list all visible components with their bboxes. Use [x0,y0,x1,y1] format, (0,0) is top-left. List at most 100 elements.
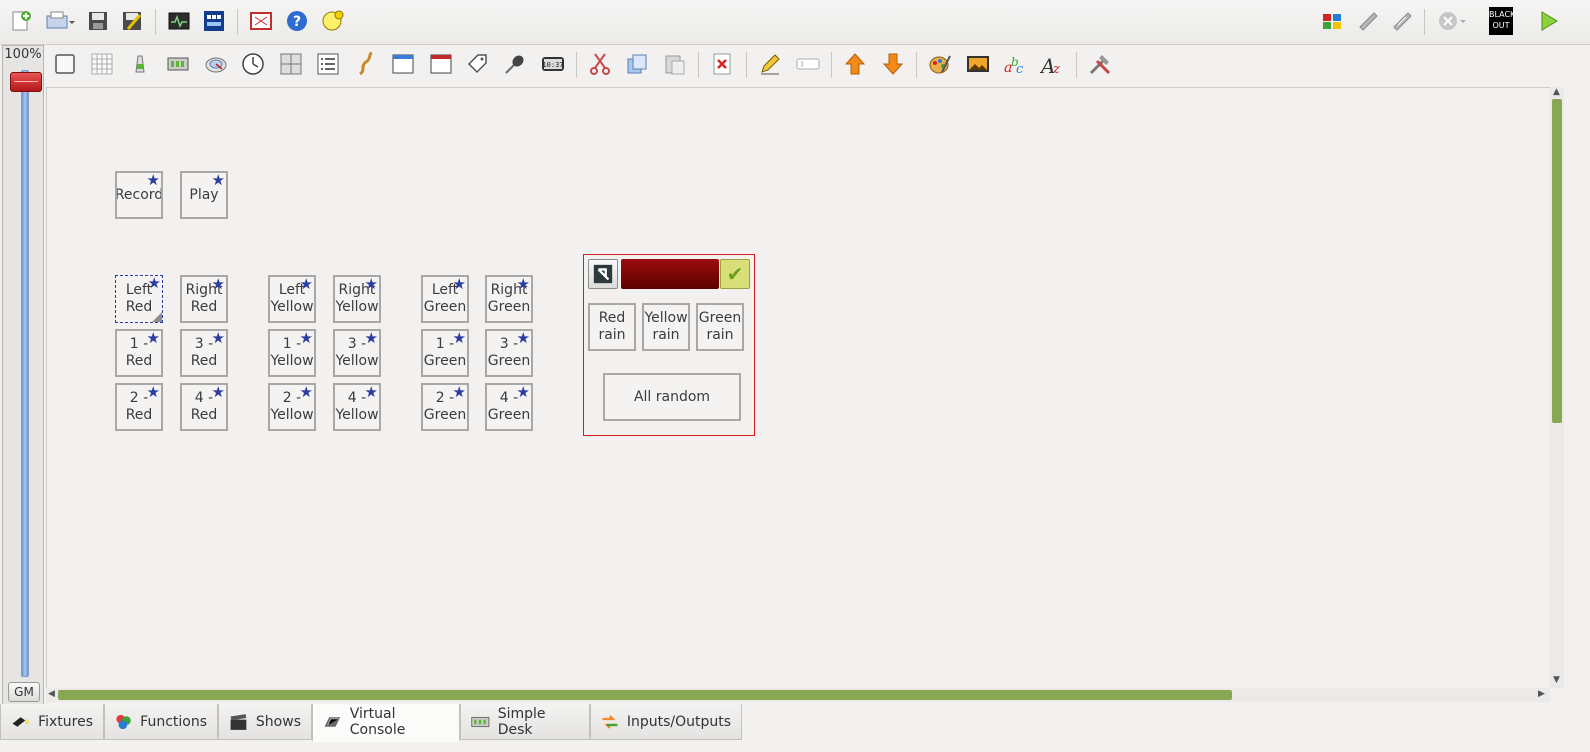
add-button-icon[interactable] [51,50,79,78]
scroll-down-icon[interactable]: ▼ [1553,675,1560,685]
resize-handle[interactable] [152,312,162,322]
vc-button-record[interactable]: ★ Record [115,171,163,219]
vc-button-1-green[interactable]: ★ 1 - Green [421,329,469,377]
vc-button-2-yellow[interactable]: ★ 2 - Yellow [268,383,316,431]
vc-button-3-green[interactable]: ★ 3 - Green [485,329,533,377]
vc-button-right-green[interactable]: ★ Right Green [485,275,533,323]
about-icon[interactable] [319,7,347,35]
foreground-color-icon[interactable]: abc [1001,50,1029,78]
vc-button-1-yellow[interactable]: ★ 1 - Yellow [268,329,316,377]
star-icon: ★ [299,383,313,401]
open-workspace-icon[interactable] [42,7,78,35]
help-icon[interactable]: ? [283,7,311,35]
virtual-console-icon [324,717,341,727]
add-button-matrix-icon[interactable] [88,50,116,78]
star-icon: ★ [211,383,225,401]
tab-label: Virtual Console [349,706,406,738]
add-audio-triggers-icon[interactable] [352,50,380,78]
add-slider-matrix-icon[interactable] [164,50,192,78]
vc-button-4-yellow[interactable]: ★ 4 - Yellow [333,383,381,431]
grand-master-button[interactable]: GM [8,682,40,702]
frame-enable-button[interactable]: ✔ [720,259,750,289]
vertical-scrollbar-thumb[interactable] [1552,99,1562,423]
simple-desk-icon [471,716,490,727]
vc-button-yellow-rain[interactable]: Yellow rain [642,303,690,351]
tab-label: Simple Desk [497,705,546,738]
add-label-icon[interactable] [464,50,492,78]
vc-button-1-red[interactable]: ★ 1 - Red [115,329,163,377]
new-workspace-icon[interactable] [7,7,35,35]
grand-master-slider-handle[interactable] [10,72,42,92]
frame-collapse-button[interactable] [588,259,618,289]
rename-icon [794,50,822,78]
tab-virtual-console[interactable]: Virtual Console [312,704,460,742]
add-speed-dial-icon[interactable] [239,50,267,78]
add-clock-icon[interactable]: 10:37 [539,50,567,78]
add-frame-icon[interactable] [389,50,417,78]
vc-button-2-green[interactable]: ★ 2 - Green [421,383,469,431]
vertical-scrollbar[interactable]: ▲ ▼ [1550,87,1564,688]
scroll-up-icon[interactable]: ▲ [1553,87,1560,97]
vc-button-4-green[interactable]: ★ 4 - Green [485,383,533,431]
tab-simple-desk[interactable]: Simple Desk [460,704,590,740]
tab-inputs-outputs[interactable]: Inputs/Outputs [590,704,742,740]
fixture-remap-icon[interactable] [1318,7,1346,35]
star-icon: ★ [516,329,530,347]
star-icon: ★ [452,275,466,293]
dmx-address-tool-icon[interactable] [200,7,228,35]
star-icon: ★ [452,383,466,401]
vc-button-red-rain[interactable]: Red rain [588,303,636,351]
star-icon: ★ [364,383,378,401]
save-icon[interactable] [84,7,112,35]
add-slider-icon[interactable] [126,50,154,78]
star-icon: ★ [364,275,378,293]
vc-button-4-red[interactable]: ★ 4 - Red [180,383,228,431]
vc-button-all-random[interactable]: All random [603,373,741,421]
vc-button-3-red[interactable]: ★ 3 - Red [180,329,228,377]
tab-fixtures[interactable]: Fixtures [0,704,104,740]
tab-functions[interactable]: Functions [104,704,218,740]
vc-button-2-red[interactable]: ★ 2 - Red [115,383,163,431]
tab-shows[interactable]: Shows [218,704,312,740]
vc-button-left-green[interactable]: ★ Left Green [421,275,469,323]
add-cue-list-icon[interactable] [314,50,342,78]
vc-button-left-red[interactable]: ★ Left Red [115,275,163,323]
star-icon: ★ [146,171,160,189]
save-as-icon[interactable] [118,7,146,35]
vc-settings-icon[interactable] [1086,50,1114,78]
virtual-console-canvas[interactable]: ★ Record ★ Play ★ Left Red ★ Right Red ★… [46,87,1551,689]
vc-button-left-yellow[interactable]: ★ Left Yellow [268,275,316,323]
grand-master-panel: 100% GM [2,45,44,708]
main-toolbar: ? BLACK OUT [0,0,1590,45]
fixtures-icon [12,716,29,727]
solo-frame[interactable]: ✔ Red rain Yellow rain Green rain All ra… [583,254,755,436]
blackout-icon[interactable]: BLACK OUT [1486,5,1516,37]
vc-button-green-rain[interactable]: Green rain [696,303,744,351]
add-audio-microphone-icon[interactable] [501,50,529,78]
operate-mode-icon[interactable] [1534,7,1562,35]
star-icon: ★ [299,329,313,347]
add-solo-frame-icon[interactable] [427,50,455,78]
vc-button-right-yellow[interactable]: ★ Right Yellow [333,275,381,323]
background-image-icon[interactable] [964,50,992,78]
frame-header[interactable] [621,259,719,289]
add-xy-pad-icon[interactable] [277,50,305,78]
fullscreen-icon[interactable] [247,7,275,35]
live-monitor-icon[interactable] [165,7,193,35]
scroll-left-icon[interactable]: ◀ [48,689,55,699]
background-color-icon[interactable] [926,50,954,78]
star-icon: ★ [299,275,313,293]
tab-label: Shows [255,713,301,730]
vc-button-play[interactable]: ★ Play [180,171,228,219]
horizontal-scrollbar[interactable]: ◀ ▶ [46,688,1550,702]
vc-button-right-red[interactable]: ★ Right Red [180,275,228,323]
vc-button-3-yellow[interactable]: ★ 3 - Yellow [333,329,381,377]
font-icon[interactable]: Az [1038,50,1066,78]
add-knob-icon[interactable] [202,50,230,78]
svg-text:?: ? [293,14,301,30]
horizontal-scrollbar-thumb[interactable] [58,690,1232,700]
star-icon: ★ [146,329,160,347]
star-icon: ★ [364,329,378,347]
scroll-right-icon[interactable]: ▶ [1538,689,1545,699]
grand-master-slider-track[interactable] [21,70,29,677]
